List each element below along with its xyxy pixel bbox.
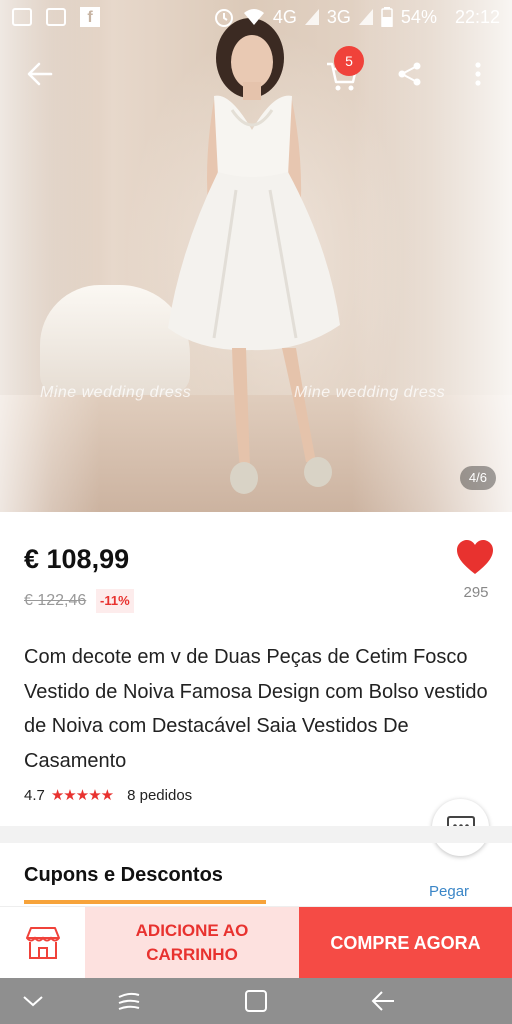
add-to-cart-button[interactable]: ADICIONE AO CARRINHO (85, 907, 299, 979)
rating-row[interactable]: 4.7 ★★★★★ 8 pedidos (24, 786, 193, 805)
image-watermark: Mine wedding dress (294, 384, 446, 401)
product-price: € 108,99 (24, 544, 130, 574)
heart-icon[interactable] (456, 540, 494, 576)
home-icon (245, 990, 267, 1012)
wishlist-count: 295 (463, 584, 489, 601)
share-icon (398, 62, 421, 86)
discount-badge: -11% (96, 589, 134, 613)
product-image-gallery[interactable]: Mine wedding dress Mine wedding dress 4/… (0, 0, 512, 512)
facebook-notification-icon: f (80, 7, 100, 27)
buy-now-button[interactable]: COMPRE AGORA (299, 907, 512, 979)
battery-icon (381, 7, 393, 27)
gallery-notification-icon (46, 8, 66, 26)
store-button[interactable] (0, 907, 85, 979)
recent-apps-button[interactable] (106, 978, 152, 1024)
cart-count-badge: 5 (334, 46, 364, 76)
image-watermark: Mine wedding dress (40, 384, 192, 401)
nav-down-icon (23, 996, 43, 1007)
star-icon: ★★★★★ (50, 787, 114, 804)
wifi-icon (243, 9, 264, 25)
back-button[interactable] (20, 54, 60, 94)
network-4g: 4G (272, 6, 297, 27)
orders-count: 8 pedidos (127, 786, 193, 804)
store-icon (25, 927, 60, 959)
product-title: Com decote em v de Duas Peças de Cetim F… (24, 646, 488, 772)
coupons-underline (24, 900, 266, 904)
rating-value: 4.7 (24, 786, 45, 804)
nav-hide-button[interactable] (10, 978, 56, 1024)
signal-icon (304, 9, 319, 25)
recent-apps-icon (118, 992, 140, 1010)
nav-back-icon (371, 991, 394, 1011)
signal-icon (358, 9, 373, 25)
coupons-section-title: Cupons e Descontos (24, 864, 223, 886)
alarm-icon (214, 9, 233, 27)
share-button[interactable] (390, 54, 430, 94)
coupons-get-link[interactable]: Pegar (429, 883, 469, 900)
home-button[interactable] (233, 978, 279, 1024)
battery-percent: 54% (400, 6, 437, 27)
network-3g: 3G (326, 6, 351, 27)
nav-back-button[interactable] (360, 978, 406, 1024)
status-bar: f 4G 3G 54% 22:12 (0, 0, 512, 34)
message-notification-icon (12, 8, 32, 26)
section-divider (0, 826, 512, 843)
back-arrow-icon (27, 62, 53, 86)
more-options-button[interactable] (458, 54, 498, 94)
image-pager: 4/6 (459, 466, 496, 490)
purchase-action-bar: ADICIONE AO CARRINHO COMPRE AGORA (0, 906, 512, 979)
wedding-dress-figure (168, 18, 340, 494)
clock: 22:12 (454, 6, 500, 27)
more-vertical-icon (475, 62, 481, 86)
original-price: € 122,46 (24, 592, 87, 609)
